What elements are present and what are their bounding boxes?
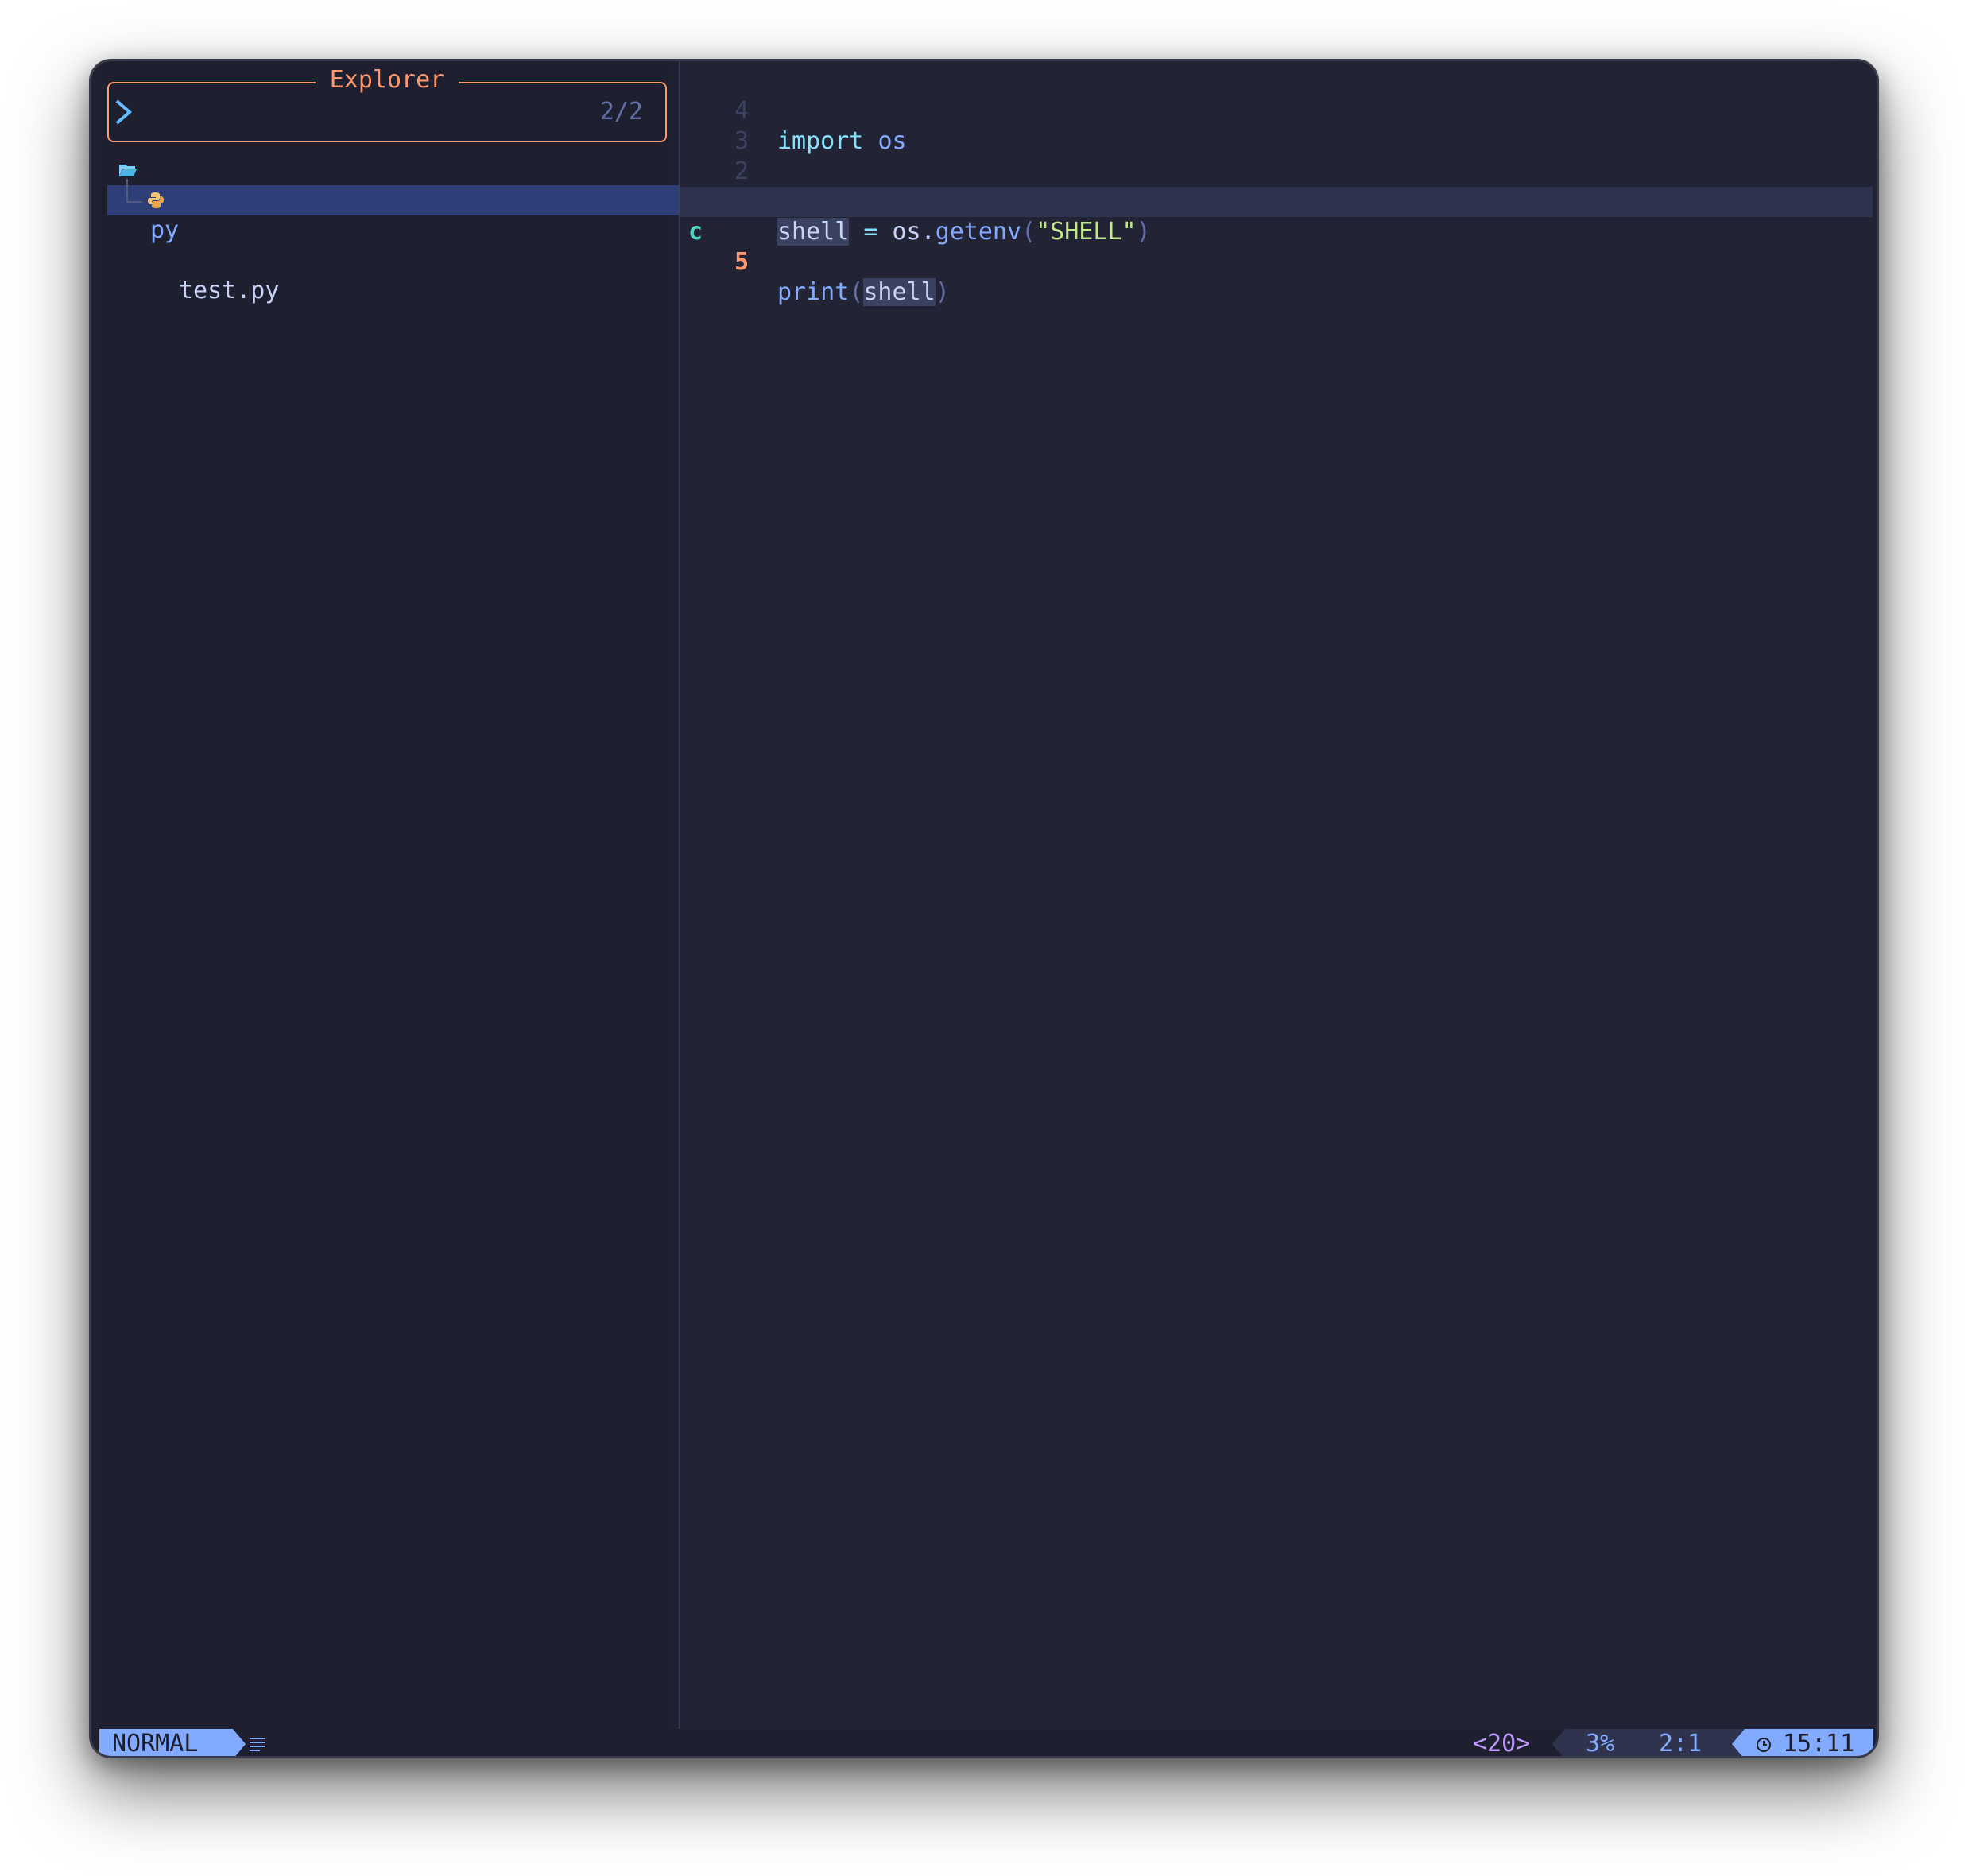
code-text: shell = os.getenv("SHELL") (777, 217, 1151, 247)
editor-window: Explorer 2/2 py test.py 4 (89, 59, 1879, 1758)
mode-indicator: NORMAL (99, 1729, 233, 1756)
prompt-chevron-icon (115, 99, 133, 125)
variable-token: shell (777, 218, 850, 246)
tree-item-file[interactable]: test.py (107, 179, 680, 304)
line-number-current: 5 (734, 248, 749, 276)
code-line-current[interactable]: c 5 print(shell) (680, 187, 1873, 306)
match-count: 2/2 (599, 98, 643, 126)
code-line[interactable]: 4 import os (680, 66, 1873, 155)
status-line: NORMAL <20> 3% 2:1 15:11 (99, 1729, 1873, 1758)
segment-separator (1732, 1729, 1745, 1756)
scroll-percent: 3% (1586, 1730, 1615, 1758)
explorer-pane: Explorer 2/2 py test.py (99, 61, 680, 1729)
code-text: print(shell) (777, 277, 950, 308)
code-line[interactable]: 2 (680, 126, 1873, 185)
clock-icon (1757, 1738, 1771, 1752)
paren-close: ) (935, 278, 950, 306)
string-token: "SHELL" (1036, 218, 1137, 246)
code-editor[interactable]: 4 import os 3 2 1 shell = os.getenv("SHE… (680, 61, 1877, 1729)
cursor-position: 2:1 (1659, 1730, 1703, 1758)
object-token: os. (892, 218, 936, 246)
command-count: <20> (1473, 1730, 1531, 1758)
segment-separator (1552, 1729, 1565, 1756)
paren-open: ( (849, 278, 864, 306)
paren-close: ) (1136, 218, 1151, 246)
tree-guide-line (126, 179, 142, 203)
clock-time: 15:11 (1783, 1730, 1855, 1758)
operator-token: = (863, 218, 878, 246)
argument-token: shell (863, 278, 936, 306)
lines-icon (250, 1738, 265, 1751)
function-token: getenv (935, 218, 1022, 246)
file-label: test.py (179, 277, 280, 304)
change-sign: c (688, 218, 703, 246)
explorer-title: Explorer (109, 66, 665, 95)
code-line[interactable]: 1 shell = os.getenv("SHELL") (680, 157, 1873, 246)
paren-open: ( (1021, 218, 1036, 246)
function-token: print (777, 278, 850, 306)
tree-item-folder[interactable]: py (107, 155, 680, 244)
folder-open-icon (119, 165, 137, 176)
python-file-icon (148, 192, 164, 208)
explorer-search-box[interactable]: Explorer 2/2 (107, 66, 667, 142)
code-line[interactable]: 3 (680, 96, 1873, 155)
mode-separator (233, 1729, 246, 1756)
